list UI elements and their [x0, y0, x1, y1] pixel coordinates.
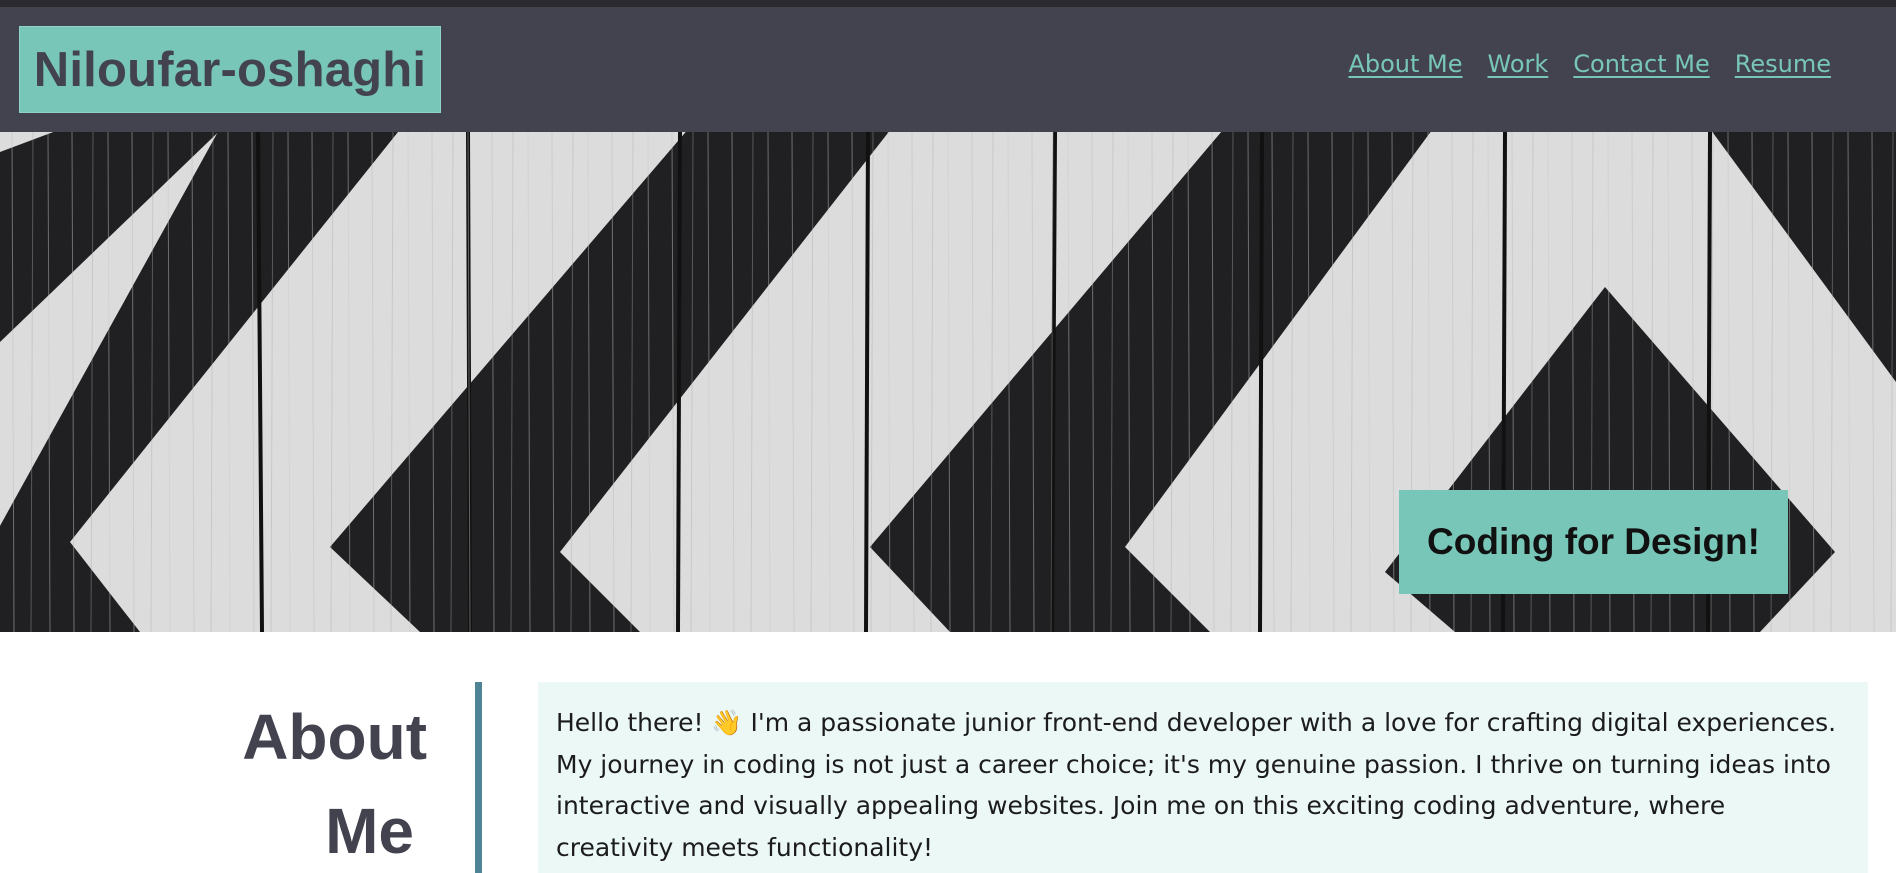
brand-name: Niloufar-oshaghi	[33, 42, 427, 97]
section-divider	[475, 682, 482, 873]
about-text: Hello there! 👋 I'm a passionate junior f…	[556, 708, 1837, 862]
main-nav: About Me Work Contact Me Resume	[1348, 50, 1831, 78]
hero-tagline: Coding for Design!	[1427, 521, 1760, 562]
hero-tagline-box: Coding for Design!	[1399, 490, 1788, 594]
about-heading: About Me	[167, 690, 427, 873]
nav-link-work[interactable]: Work	[1488, 50, 1549, 78]
hero-banner: Coding for Design!	[0, 132, 1896, 632]
nav-link-resume[interactable]: Resume	[1735, 50, 1831, 78]
nav-link-about-me[interactable]: About Me	[1348, 50, 1462, 78]
site-header: Niloufar-oshaghi About Me Work Contact M…	[0, 7, 1896, 132]
top-border	[0, 0, 1896, 7]
about-heading-line1: About	[242, 701, 427, 773]
about-text-box: Hello there! 👋 I'm a passionate junior f…	[538, 682, 1868, 873]
nav-link-contact-me[interactable]: Contact Me	[1573, 50, 1709, 78]
about-heading-line2: Me	[325, 795, 414, 867]
site-logo[interactable]: Niloufar-oshaghi	[19, 26, 441, 113]
